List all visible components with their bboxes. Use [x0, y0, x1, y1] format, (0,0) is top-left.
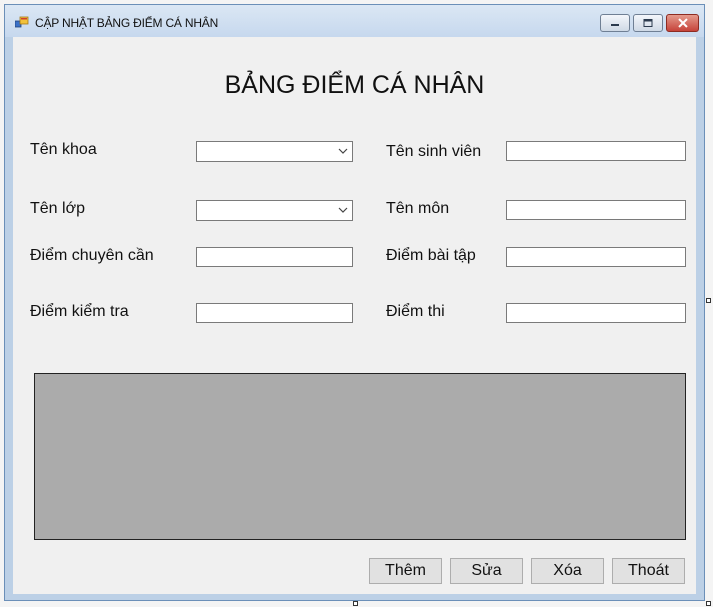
close-icon: [677, 18, 688, 28]
label-diem-chuyen-can: Điểm chuyên cần: [30, 247, 154, 264]
label-ten-sinh-vien: Tên sinh viên: [386, 143, 482, 160]
data-grid[interactable]: [34, 373, 686, 540]
combo-ten-khoa[interactable]: [196, 141, 353, 162]
close-button[interactable]: [666, 14, 699, 32]
label-ten-lop: Tên lớp: [30, 200, 85, 217]
input-diem-chuyen-can[interactable]: [196, 247, 353, 267]
designer-surface: CẬP NHẬT BẢNG ĐIỂM CÁ NHÂN BẢNG ĐIỂM CÁ …: [0, 0, 713, 607]
page-title: BẢNG ĐIỂM CÁ NHÂN: [224, 71, 485, 99]
maximize-icon: [643, 19, 653, 27]
combo-ten-lop[interactable]: [196, 200, 353, 221]
input-diem-thi[interactable]: [506, 303, 686, 323]
delete-button[interactable]: Xóa: [531, 558, 604, 584]
form-client-area: BẢNG ĐIỂM CÁ NHÂN Tên khoa Tên sinh viên…: [13, 37, 696, 594]
input-ten-mon[interactable]: [506, 200, 686, 220]
form-window: CẬP NHẬT BẢNG ĐIỂM CÁ NHÂN BẢNG ĐIỂM CÁ …: [4, 4, 705, 601]
window-title: CẬP NHẬT BẢNG ĐIỂM CÁ NHÂN: [35, 16, 219, 30]
chevron-down-icon: [338, 207, 348, 213]
add-button[interactable]: Thêm: [369, 558, 442, 584]
label-diem-kiem-tra: Điểm kiểm tra: [30, 303, 129, 320]
edit-button[interactable]: Sửa: [450, 558, 523, 584]
label-ten-khoa: Tên khoa: [30, 141, 97, 158]
resize-handle-corner[interactable]: [706, 601, 711, 606]
form-app-icon: [15, 16, 29, 28]
minimize-button[interactable]: [600, 14, 630, 32]
title-bar[interactable]: CẬP NHẬT BẢNG ĐIỂM CÁ NHÂN: [5, 5, 704, 37]
minimize-icon: [611, 24, 619, 26]
label-ten-mon: Tên môn: [386, 200, 450, 217]
chevron-down-icon: [338, 148, 348, 154]
resize-handle-right[interactable]: [706, 298, 711, 303]
maximize-button[interactable]: [633, 14, 663, 32]
input-ten-sinh-vien[interactable]: [506, 141, 686, 161]
label-diem-bai-tap: Điểm bài tập: [386, 247, 476, 264]
resize-handle-bottom[interactable]: [353, 601, 358, 606]
input-diem-kiem-tra[interactable]: [196, 303, 353, 323]
exit-button[interactable]: Thoát: [612, 558, 685, 584]
input-diem-bai-tap[interactable]: [506, 247, 686, 267]
label-diem-thi: Điểm thi: [386, 303, 445, 320]
